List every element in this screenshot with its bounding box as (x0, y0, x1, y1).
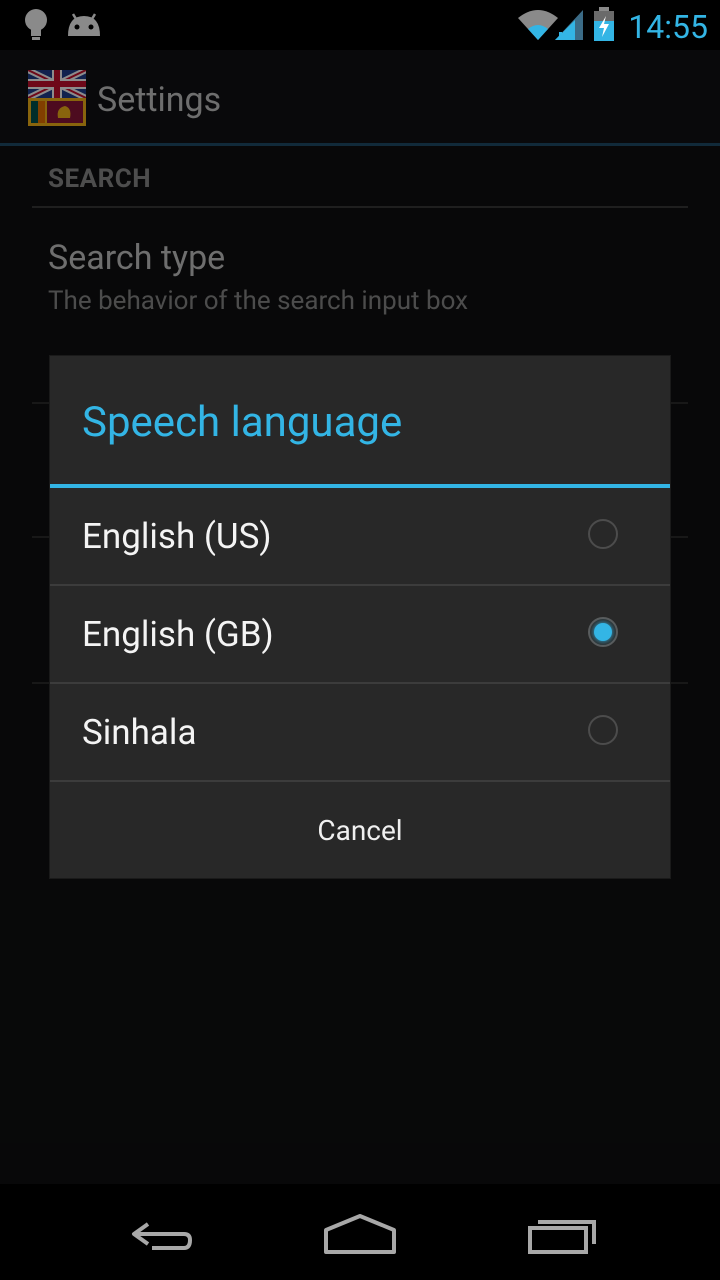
clock: 14:55 (628, 8, 708, 46)
option-sinhala[interactable]: Sinhala (50, 684, 670, 782)
signal-icon (555, 10, 583, 40)
radio-button-checked[interactable] (588, 617, 618, 647)
option-label: English (US) (82, 516, 272, 557)
back-icon[interactable] (100, 1202, 220, 1262)
lightbulb-icon (25, 9, 47, 40)
cancel-button[interactable]: Cancel (50, 782, 670, 878)
navigation-bar (0, 1184, 720, 1280)
speech-language-dialog: Speech language English (US) English (GB… (50, 356, 670, 878)
home-icon[interactable] (300, 1202, 420, 1262)
radio-button[interactable] (588, 519, 618, 549)
option-label: Sinhala (82, 712, 197, 753)
radio-button[interactable] (588, 715, 618, 745)
android-icon (68, 13, 100, 36)
option-english-us[interactable]: English (US) (50, 488, 670, 586)
option-label: English (GB) (82, 614, 274, 655)
option-english-gb[interactable]: English (GB) (50, 586, 670, 684)
status-bar: 14:55 (0, 0, 720, 50)
dialog-title: Speech language (82, 398, 403, 447)
battery-charging-icon (594, 7, 614, 41)
recents-icon[interactable] (502, 1202, 622, 1262)
